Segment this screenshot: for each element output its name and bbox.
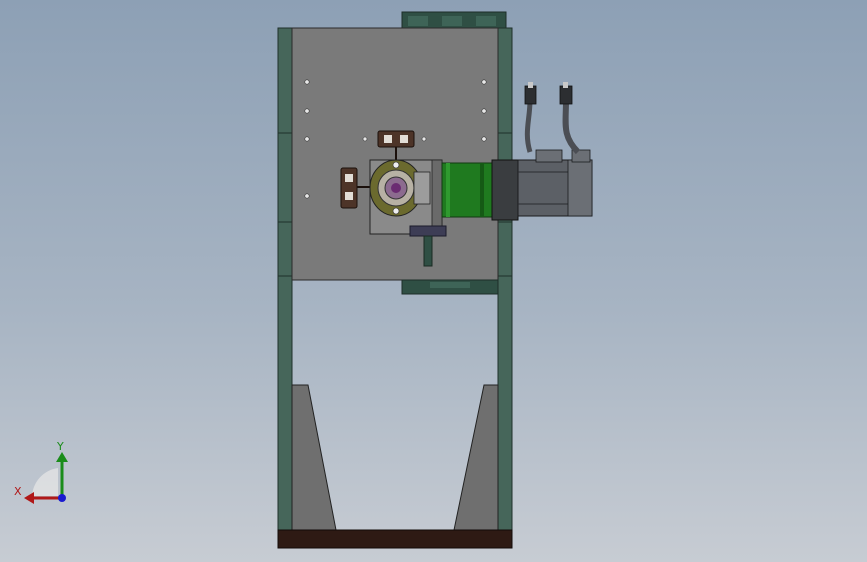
coupling (441, 162, 493, 218)
motor-cables (524, 82, 581, 155)
x-axis-label: X (14, 485, 22, 498)
right-gusset (453, 384, 499, 531)
triad-base-icon (32, 468, 58, 496)
lower-clamp-bar (401, 279, 499, 295)
servo-motor (517, 149, 593, 217)
base-plate (277, 529, 513, 549)
motor-flange (491, 159, 519, 221)
left-gusset (291, 384, 337, 531)
y-axis-label: Y (56, 440, 64, 453)
right-frame-post (497, 27, 513, 549)
z-axis-dot (58, 494, 66, 502)
gearbox-housing (369, 159, 443, 235)
left-frame-post (277, 27, 293, 549)
top-clamp-bar (401, 11, 507, 31)
cad-viewport[interactable] (0, 0, 867, 562)
coordinate-triad: Y X (14, 440, 68, 504)
